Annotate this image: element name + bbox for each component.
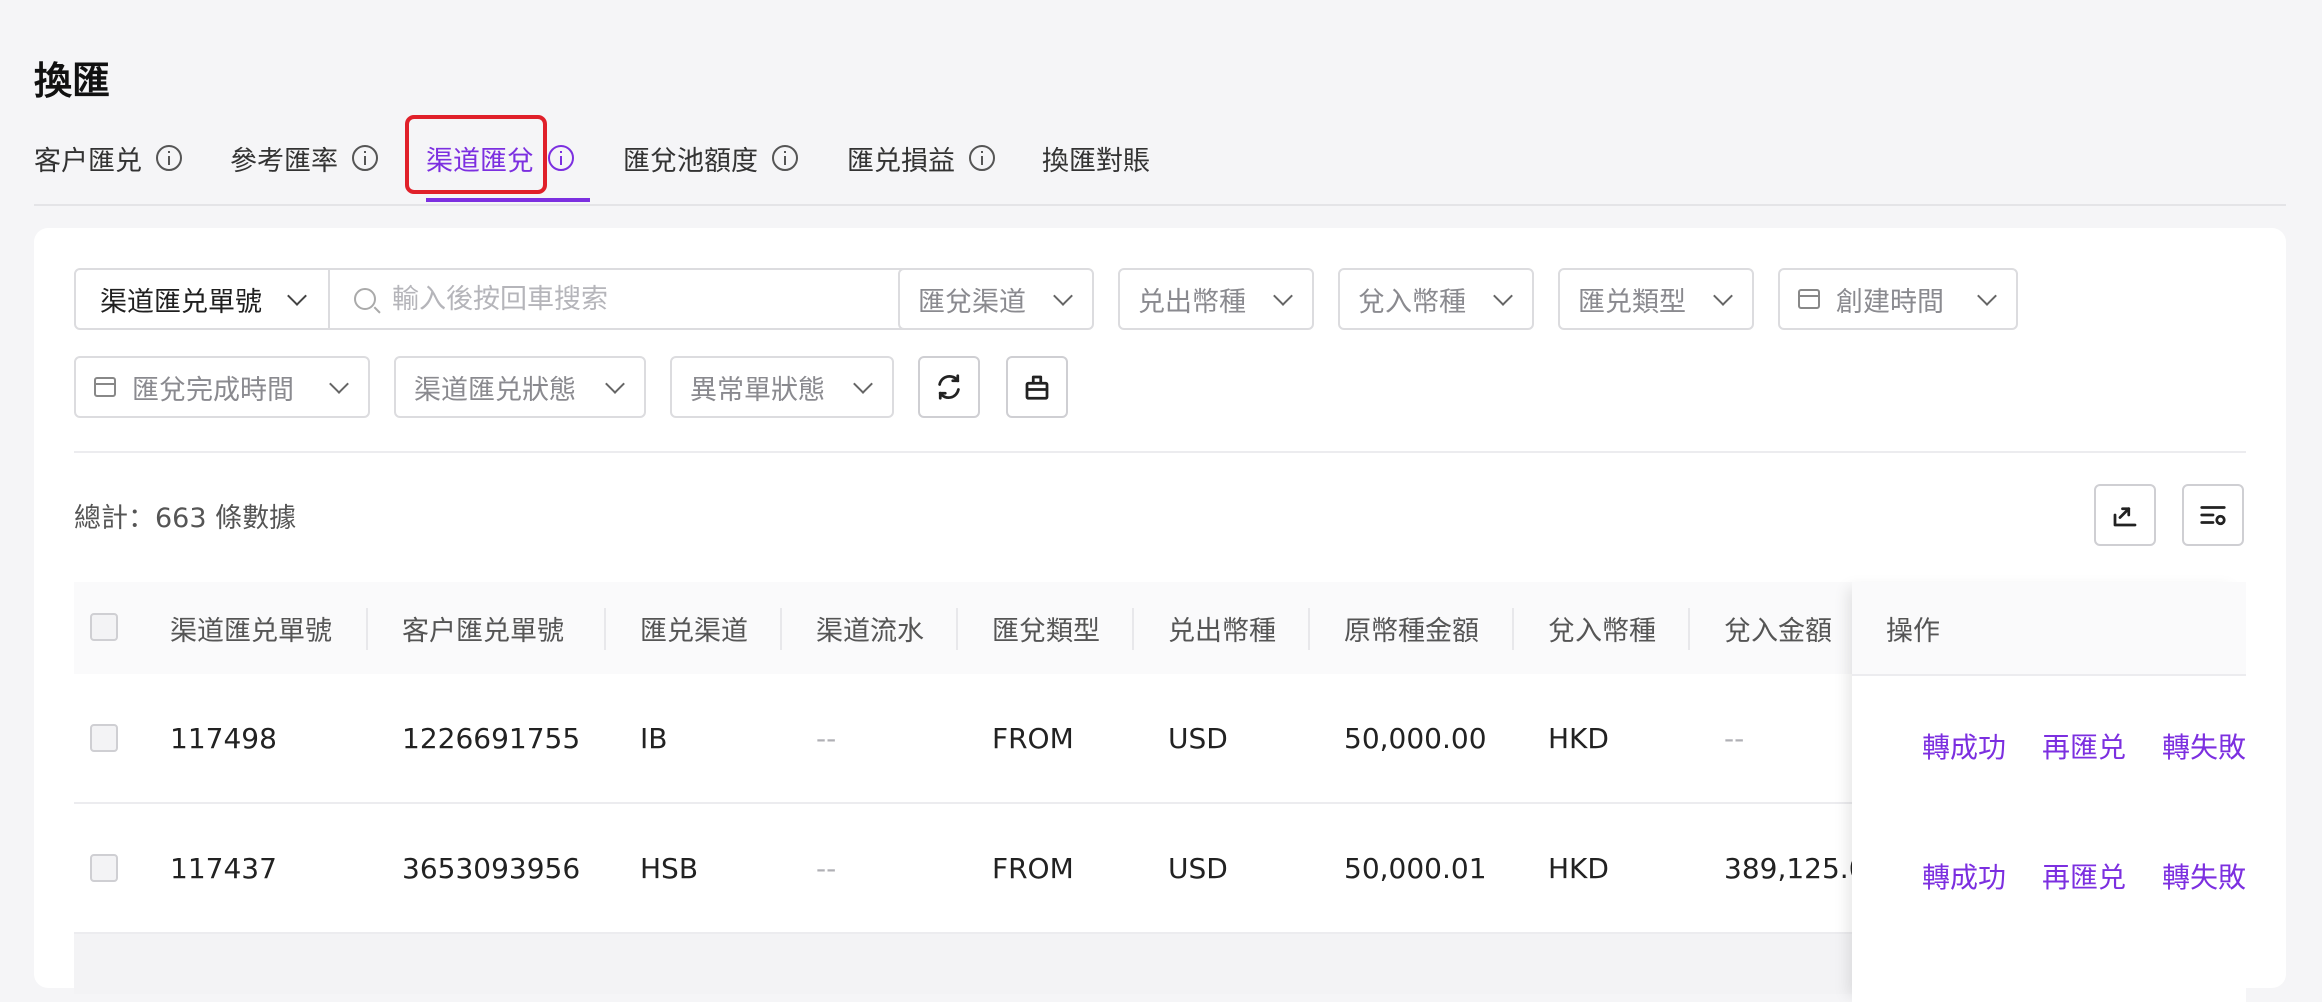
- original-amount: 50,000.00: [1344, 721, 1487, 755]
- tab-label: 客户匯兑: [34, 145, 142, 177]
- total-count: 總計：663 條數據: [74, 503, 297, 534]
- operations-header: 操作: [1852, 582, 2246, 676]
- column-header[interactable]: 渠道流水: [816, 582, 924, 674]
- tab-exchange-pnl[interactable]: 匯兑損益: [847, 136, 995, 180]
- completed-time-filter[interactable]: 匯兌完成時間: [74, 356, 370, 418]
- customer-exchange-no: 3653093956: [402, 851, 581, 885]
- filter-divider: [74, 451, 2246, 453]
- channel-status-filter[interactable]: 渠道匯兑狀態: [394, 356, 646, 418]
- tab-exchange-pool-quota[interactable]: 匯兌池額度: [623, 136, 798, 180]
- search-icon: [354, 288, 376, 310]
- in-amount: --: [1724, 721, 1745, 755]
- chevron-down-icon: [1493, 286, 1513, 306]
- mark-success-link[interactable]: 轉成功: [1922, 856, 2006, 896]
- tab-customer-exchange[interactable]: 客户匯兑: [34, 136, 182, 180]
- info-icon[interactable]: [772, 145, 798, 171]
- exception-status-filter[interactable]: 異常單狀態: [670, 356, 894, 418]
- tab-reference-rate[interactable]: 參考匯率: [230, 136, 378, 180]
- column-header[interactable]: 兌入幣種: [1548, 582, 1656, 674]
- mark-success-link[interactable]: 轉成功: [1922, 726, 2006, 766]
- tab-label: 匯兑損益: [847, 145, 955, 177]
- column-header[interactable]: 原幣種金額: [1344, 582, 1479, 674]
- search-group: 渠道匯兑單號: [74, 268, 910, 330]
- customer-exchange-no: 1226691755: [402, 721, 581, 755]
- search-input-wrapper: [328, 268, 910, 330]
- out-currency-filter[interactable]: 兑出幣種: [1118, 268, 1314, 330]
- in-currency: HKD: [1548, 721, 1609, 755]
- refresh-icon: [938, 374, 960, 400]
- channel-exchange-no: 117498: [170, 721, 277, 755]
- out-currency: USD: [1168, 721, 1228, 755]
- row-checkbox[interactable]: [90, 724, 118, 752]
- exchange-type: FROM: [992, 721, 1074, 755]
- tab-exchange-reconciliation[interactable]: 換匯對賬: [1042, 136, 1150, 180]
- refresh-button[interactable]: [918, 356, 980, 418]
- column-settings-button[interactable]: [2182, 484, 2244, 546]
- mark-failed-link[interactable]: 轉失敗: [2162, 726, 2246, 766]
- search-field-select[interactable]: 渠道匯兑單號: [74, 268, 330, 330]
- calendar-icon: [94, 377, 116, 397]
- column-header[interactable]: 匯兑渠道: [640, 582, 748, 674]
- mark-failed-link[interactable]: 轉失敗: [2162, 856, 2246, 896]
- column-header[interactable]: 兑出幣種: [1168, 582, 1276, 674]
- chevron-down-icon: [853, 374, 873, 394]
- chevron-down-icon: [329, 374, 349, 394]
- page-title: 換匯: [34, 59, 111, 103]
- tab-bar: 客户匯兑 參考匯率 渠道匯兌 匯兌池額度 匯兑損益 換匯對賬: [34, 136, 2286, 206]
- tab-label: 匯兌池額度: [623, 145, 758, 177]
- chevron-down-icon: [1273, 286, 1293, 306]
- chevron-down-icon: [1977, 286, 1997, 306]
- chevron-down-icon: [605, 374, 625, 394]
- row-checkbox[interactable]: [90, 854, 118, 882]
- highlight-annotation: [405, 115, 547, 194]
- clear-icon: [1025, 375, 1049, 400]
- out-currency: USD: [1168, 851, 1228, 885]
- info-icon[interactable]: [548, 145, 574, 171]
- channel-exchange-no: 117437: [170, 851, 277, 885]
- chevron-down-icon: [1713, 286, 1733, 306]
- exchange-channel: IB: [640, 721, 668, 755]
- export-button[interactable]: [2094, 484, 2156, 546]
- re-exchange-link[interactable]: 再匯兑: [2042, 726, 2126, 766]
- in-amount: 389,125.0: [1724, 851, 1867, 885]
- column-settings-icon: [2200, 506, 2226, 526]
- active-tab-indicator: [426, 198, 590, 202]
- original-amount: 50,000.01: [1344, 851, 1487, 885]
- clear-filters-button[interactable]: [1006, 356, 1068, 418]
- operations-column: 操作 轉成功 再匯兑 轉失敗 轉成功 再匯兑 轉失敗: [1852, 582, 2246, 1002]
- content-card: 渠道匯兑單號 匯兌渠道 兑出幣種 兌入幣種 匯兑類型 創建時間 匯兌完成時間 渠…: [34, 228, 2286, 1002]
- created-time-filter[interactable]: 創建時間: [1778, 268, 2018, 330]
- column-header[interactable]: 渠道匯兑單號: [170, 582, 332, 674]
- chevron-down-icon: [1053, 286, 1073, 306]
- search-input[interactable]: [390, 282, 874, 316]
- info-icon[interactable]: [352, 145, 378, 171]
- column-header[interactable]: 匯兌類型: [992, 582, 1100, 674]
- channel-serial: --: [816, 721, 837, 755]
- export-icon: [2113, 507, 2137, 527]
- exchange-type-filter[interactable]: 匯兑類型: [1558, 268, 1754, 330]
- exchange-type: FROM: [992, 851, 1074, 885]
- calendar-icon: [1798, 289, 1820, 309]
- info-icon[interactable]: [156, 145, 182, 171]
- column-header[interactable]: 兌入金額: [1724, 582, 1832, 674]
- exchange-channel-filter[interactable]: 匯兌渠道: [898, 268, 1094, 330]
- info-icon[interactable]: [969, 145, 995, 171]
- column-header[interactable]: 客户匯兑單號: [402, 582, 564, 674]
- tab-label: 換匯對賬: [1042, 145, 1150, 177]
- in-currency: HKD: [1548, 851, 1609, 885]
- in-currency-filter[interactable]: 兌入幣種: [1338, 268, 1534, 330]
- chevron-down-icon: [287, 286, 307, 306]
- channel-serial: --: [816, 851, 837, 885]
- exchange-channel: HSB: [640, 851, 699, 885]
- tab-label: 參考匯率: [230, 145, 338, 177]
- select-all-checkbox[interactable]: [90, 613, 118, 641]
- re-exchange-link[interactable]: 再匯兑: [2042, 856, 2126, 896]
